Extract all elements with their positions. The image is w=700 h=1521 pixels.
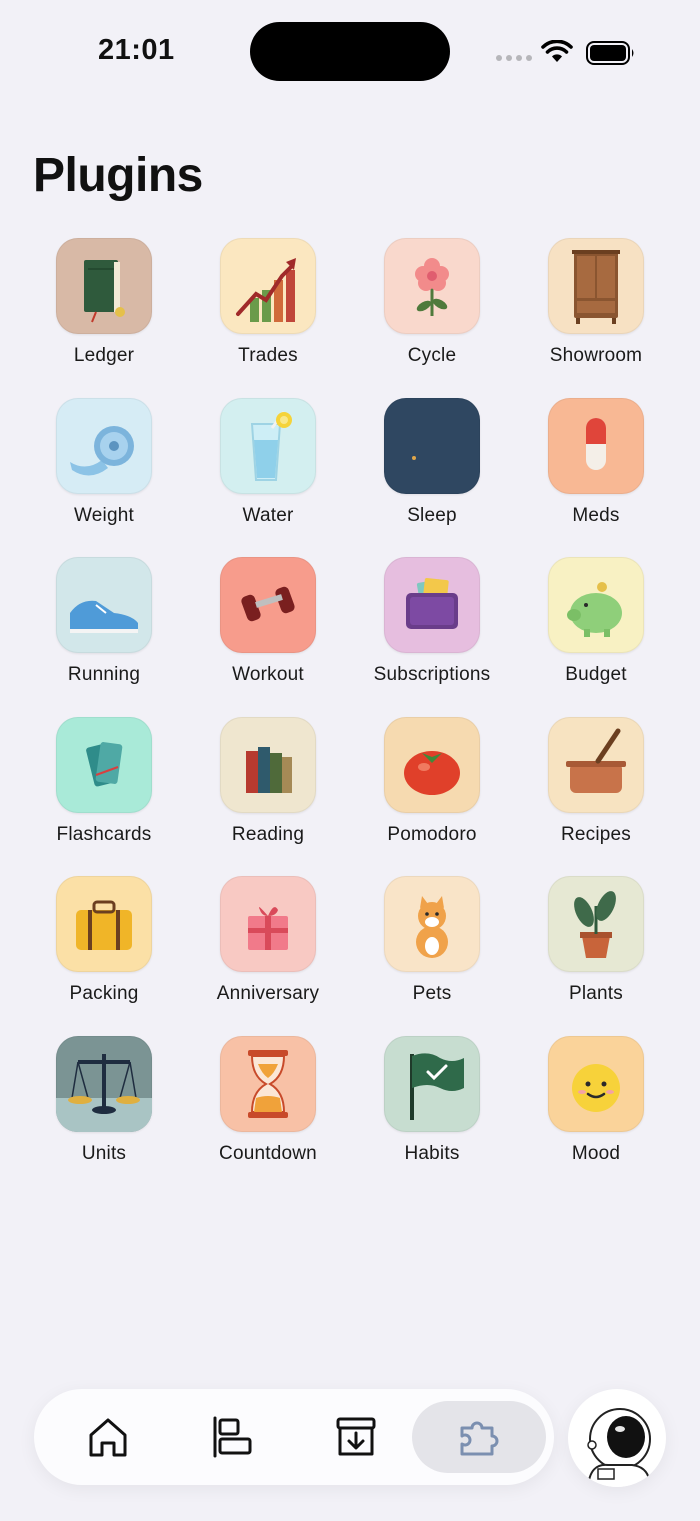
puzzle-icon [460, 1421, 499, 1456]
plugin-label: Running [67, 664, 141, 685]
plugin-showroom[interactable]: Showroom [514, 238, 678, 398]
plugin-habits[interactable]: Habits [350, 1035, 514, 1196]
sneaker-icon [56, 557, 152, 653]
plugin-label: Recipes [560, 823, 632, 845]
plugin-pets[interactable]: Pets [350, 876, 514, 1036]
plugin-mood[interactable]: Mood [514, 1035, 678, 1196]
plugin-label: Trades [238, 345, 298, 366]
plugin-subscriptions[interactable]: Subscriptions [350, 557, 514, 717]
timeline-icon [213, 1416, 252, 1458]
plugin-label: Units [81, 1142, 127, 1164]
plugin-label: Plants [568, 983, 623, 1004]
plugin-running[interactable]: Running [22, 557, 186, 717]
book-icon [56, 238, 152, 334]
cat-icon [384, 876, 480, 972]
plugin-label: Budget [565, 664, 627, 685]
cards-icon [56, 716, 152, 813]
flag-check-icon [384, 1035, 480, 1132]
chart-arrow-icon [220, 238, 316, 334]
status-time: 21:01 [98, 34, 175, 66]
plugin-label: Weight [74, 504, 134, 526]
plugin-label: Habits [404, 1142, 460, 1164]
moon-icon [384, 397, 480, 494]
water-glass-icon [220, 397, 316, 494]
tab-inbox[interactable] [320, 1401, 392, 1473]
pill-icon [548, 397, 644, 494]
plugin-label: Reading [231, 823, 305, 845]
wardrobe-icon [548, 238, 644, 334]
plugin-label: Sleep [407, 504, 457, 526]
page-title: Plugins [33, 149, 203, 202]
flower-icon [384, 238, 480, 334]
plugin-label: Workout [232, 664, 304, 685]
plugin-grid: Ledger Trades Cycle Showroom Weight Water Slee… [22, 238, 678, 1195]
scales-icon [56, 1035, 152, 1132]
plugin-label: Showroom [549, 345, 643, 366]
plugin-meds[interactable]: Meds [514, 397, 678, 558]
plugin-reading[interactable]: Reading [186, 716, 350, 877]
plugin-anniversary[interactable]: Anniversary [186, 876, 350, 1036]
piggy-bank-icon [548, 557, 644, 653]
suitcase-icon [56, 876, 152, 972]
plugin-label: Water [242, 504, 294, 526]
profile-avatar-button[interactable] [568, 1389, 666, 1487]
tab-home[interactable] [72, 1401, 144, 1473]
books-icon [220, 716, 316, 813]
plugin-label: Subscriptions [373, 664, 491, 685]
battery-icon [586, 41, 634, 65]
plugin-label: Meds [572, 504, 620, 526]
plugin-label: Pets [412, 983, 452, 1004]
plugin-label: Packing [69, 983, 139, 1004]
plugin-label: Ledger [73, 345, 135, 366]
plugin-label: Flashcards [56, 823, 152, 845]
pot-icon [548, 716, 644, 813]
plugin-label: Mood [571, 1142, 621, 1164]
plugin-workout[interactable]: Workout [186, 557, 350, 717]
plugin-cycle[interactable]: Cycle [350, 238, 514, 398]
inbox-download-icon [336, 1417, 376, 1456]
plugin-recipes[interactable]: Recipes [514, 716, 678, 877]
plugin-units[interactable]: Units [22, 1035, 186, 1196]
tomato-icon [384, 716, 480, 813]
plugin-flashcards[interactable]: Flashcards [22, 716, 186, 877]
hourglass-icon [220, 1035, 316, 1132]
wifi-icon [541, 40, 573, 62]
tab-bar [34, 1389, 554, 1485]
wallet-icon [384, 557, 480, 653]
tab-plugins[interactable] [412, 1401, 546, 1473]
potted-plant-icon [548, 876, 644, 972]
tab-timeline[interactable] [196, 1401, 268, 1473]
plugin-water[interactable]: Water [186, 397, 350, 558]
home-icon [89, 1418, 127, 1457]
plugin-label: Countdown [219, 1142, 317, 1164]
dumbbell-icon [220, 557, 316, 653]
gift-icon [220, 876, 316, 972]
status-indicators [496, 38, 636, 66]
plugin-weight[interactable]: Weight [22, 397, 186, 558]
cellular-signal-icon [496, 55, 532, 61]
plugin-trades[interactable]: Trades [186, 238, 350, 398]
smiley-icon [548, 1035, 644, 1132]
plugin-countdown[interactable]: Countdown [186, 1035, 350, 1196]
plugin-label: Pomodoro [387, 823, 477, 845]
tape-measure-icon [56, 397, 152, 494]
plugin-packing[interactable]: Packing [22, 876, 186, 1036]
dynamic-island [250, 22, 450, 81]
plugin-sleep[interactable]: Sleep [350, 397, 514, 558]
plugin-plants[interactable]: Plants [514, 876, 678, 1036]
plugin-pomodoro[interactable]: Pomodoro [350, 716, 514, 877]
plugin-budget[interactable]: Budget [514, 557, 678, 717]
plugin-label: Cycle [407, 345, 457, 366]
plugin-ledger[interactable]: Ledger [22, 238, 186, 398]
plugin-label: Anniversary [216, 983, 320, 1004]
astronaut-avatar-icon [587, 1408, 651, 1487]
